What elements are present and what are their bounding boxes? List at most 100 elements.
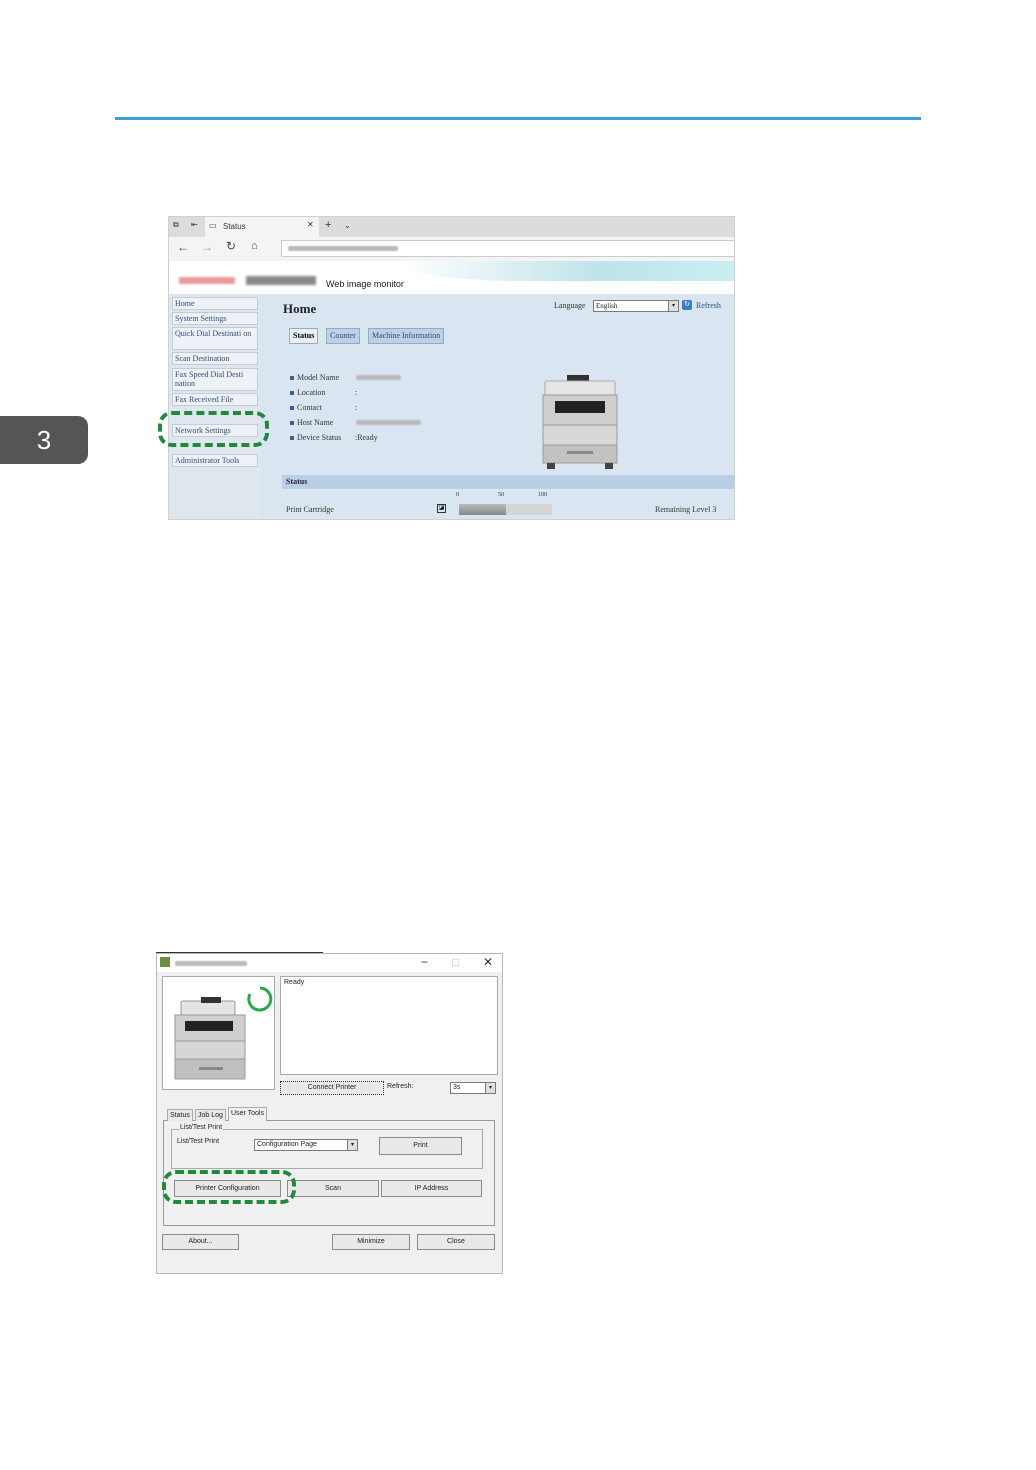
chapter-tab: 3	[0, 416, 88, 464]
tab-status[interactable]: Status	[167, 1109, 193, 1121]
printer-image-box	[162, 976, 275, 1090]
blurred-window-title	[175, 961, 247, 966]
info-row-device-status: Device Status	[290, 433, 341, 442]
status-message-box: Ready	[280, 976, 498, 1075]
info-value: :	[355, 388, 358, 397]
tab-machine-information[interactable]: Machine Information	[368, 328, 445, 344]
blurred-model-name	[356, 375, 401, 380]
browser-tab-bar: ⧉ ⇤ ▭ Status ✕ + ⌄	[169, 217, 734, 237]
printer-image	[174, 997, 246, 1080]
bullet-icon	[290, 436, 294, 441]
set-aside-tabs-icon[interactable]: ⇤	[191, 220, 198, 229]
gauge-tick-100: 100	[538, 492, 547, 498]
chevron-down-icon: ▾	[347, 1140, 357, 1150]
printer-image	[542, 375, 618, 469]
scan-button[interactable]: Scan	[287, 1180, 379, 1197]
status-section-header: Status	[282, 475, 734, 489]
maximize-icon[interactable]: □	[452, 955, 459, 969]
refresh-label: Refresh:	[387, 1083, 414, 1090]
close-tab-icon[interactable]: ✕	[307, 220, 314, 229]
new-tab-icon[interactable]: +	[325, 219, 331, 231]
status-message: Ready	[284, 979, 305, 986]
info-value: :	[355, 403, 358, 412]
about-button[interactable]: About...	[162, 1234, 239, 1250]
refresh-select[interactable]: 3s ▾	[450, 1082, 496, 1094]
chevron-down-icon: ▾	[668, 301, 678, 311]
sidebar-item-quick-dial[interactable]: Quick Dial Destinati on	[172, 327, 258, 350]
browser-tab[interactable]: ▭ Status ✕	[205, 217, 319, 237]
minimize-button[interactable]: Minimize	[332, 1234, 410, 1250]
info-label: Host Name	[297, 418, 334, 427]
info-label: Location	[297, 388, 326, 397]
tab-user-tools[interactable]: User Tools	[228, 1107, 267, 1121]
sidebar: Home System Settings Quick Dial Destinat…	[169, 294, 260, 519]
info-value: :Ready	[355, 433, 378, 442]
chevron-down-icon: ▾	[485, 1083, 495, 1093]
connect-printer-button[interactable]: Connect Printer	[280, 1081, 384, 1095]
info-row-location: Location	[290, 388, 325, 397]
tab-actions-icon[interactable]: ⧉	[173, 220, 179, 230]
info-row-model-name: Model Name	[290, 373, 339, 382]
tab-job-log[interactable]: Job Log	[195, 1109, 226, 1121]
chapter-number: 3	[36, 424, 52, 455]
blurred-url	[288, 246, 398, 251]
bullet-icon	[290, 406, 294, 411]
language-value: English	[596, 302, 618, 310]
cartridge-label: Print Cartridge	[286, 505, 334, 514]
tab-counter[interactable]: Counter	[326, 328, 360, 344]
status-ring-icon	[247, 986, 273, 1012]
bullet-icon	[290, 376, 294, 381]
reload-icon[interactable]: ↻	[226, 239, 236, 253]
printer-utility-window: − □ ✕ Ready Connect Printer Refresh: 3s …	[156, 953, 503, 1274]
print-button[interactable]: Print	[379, 1137, 462, 1155]
title-bar: − □ ✕	[157, 954, 502, 972]
tab-status[interactable]: Status	[289, 328, 319, 344]
header-rule	[115, 117, 921, 120]
gauge-tick-0: 0	[456, 492, 459, 498]
minimize-icon[interactable]: −	[421, 955, 428, 969]
refresh-value: 3s	[453, 1084, 461, 1091]
address-bar[interactable]	[281, 240, 734, 257]
language-label: Language	[554, 301, 586, 310]
wim-subtitle: Web image monitor	[326, 279, 404, 289]
cartridge-icon: ◪	[437, 504, 446, 513]
sidebar-item-home[interactable]: Home	[172, 297, 258, 310]
sidebar-item-scan-destination[interactable]: Scan Destination	[172, 352, 258, 365]
network-settings-highlight	[158, 411, 269, 447]
browser-toolbar: ← → ↻ ⌂	[169, 237, 734, 262]
sidebar-item-system-settings[interactable]: System Settings	[172, 312, 258, 325]
sidebar-item-fax-received[interactable]: Fax Received File	[172, 393, 258, 406]
gauge-tick-50: 50	[498, 492, 504, 498]
info-label: Device Status	[297, 433, 342, 442]
chevron-down-icon[interactable]: ⌄	[344, 221, 351, 230]
bullet-icon	[290, 421, 294, 426]
web-image-monitor-screenshot: ⧉ ⇤ ▭ Status ✕ + ⌄ ← → ↻ ⌂ Web image mon…	[168, 216, 735, 520]
bullet-icon	[290, 391, 294, 396]
sidebar-item-administrator-tools[interactable]: Administrator Tools	[172, 454, 258, 467]
printer-configuration-highlight	[162, 1170, 296, 1204]
browser-tab-title: Status	[223, 222, 246, 231]
close-button[interactable]: Close	[417, 1234, 495, 1250]
blurred-host-name	[356, 420, 421, 425]
list-test-print-label: List/Test Print	[177, 1138, 220, 1145]
brand-logo	[179, 277, 235, 284]
remaining-level: Remaining Level 3	[655, 505, 717, 514]
cartridge-gauge-fill	[459, 504, 506, 515]
sidebar-item-fax-speed-dial[interactable]: Fax Speed Dial Desti nation	[172, 368, 258, 391]
list-test-print-value: Configuration Page	[257, 1141, 317, 1148]
page-icon: ▭	[209, 221, 217, 230]
blurred-model-logo	[246, 276, 316, 285]
home-icon[interactable]: ⌂	[251, 240, 258, 252]
forward-icon[interactable]: →	[201, 240, 213, 254]
language-select[interactable]: English ▾	[593, 300, 679, 312]
refresh-icon[interactable]: ↻	[682, 300, 692, 310]
page-title: Home	[283, 301, 317, 316]
info-row-contact: Contact	[290, 403, 322, 412]
info-label: Model Name	[297, 373, 339, 382]
close-icon[interactable]: ✕	[483, 955, 493, 969]
app-icon	[160, 957, 170, 967]
refresh-link[interactable]: Refresh	[696, 301, 721, 310]
back-icon[interactable]: ←	[177, 240, 189, 254]
list-test-print-select[interactable]: Configuration Page ▾	[254, 1139, 358, 1151]
ip-address-button[interactable]: IP Address	[381, 1180, 482, 1197]
